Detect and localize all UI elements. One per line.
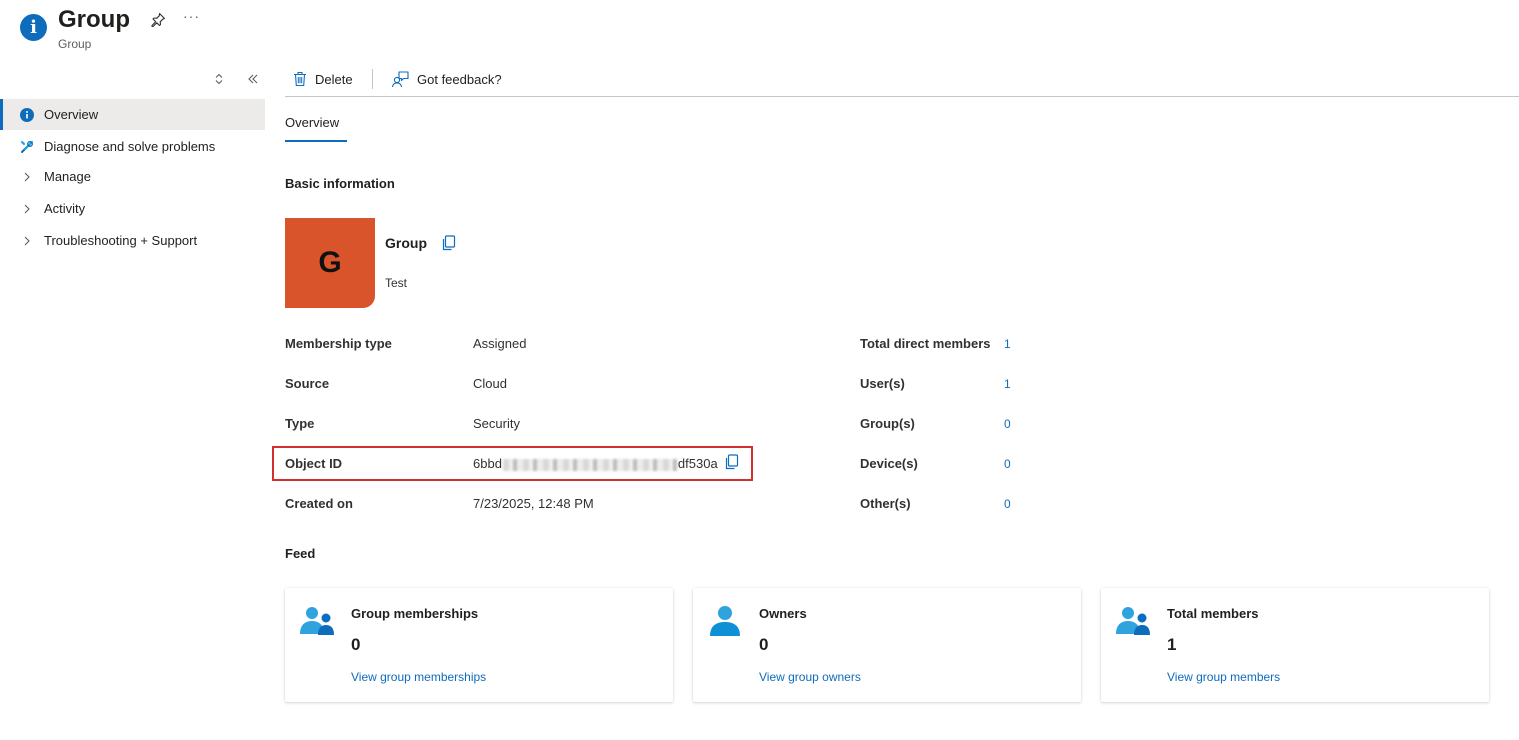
users-link[interactable]: 1 xyxy=(1004,377,1011,391)
trash-icon xyxy=(294,71,306,87)
command-separator xyxy=(372,69,373,89)
feedback-label: Got feedback? xyxy=(417,71,502,87)
page-header: i Group Group ··· xyxy=(0,0,1519,60)
more-icon[interactable]: ··· xyxy=(183,8,200,24)
user-icon xyxy=(710,606,740,636)
devices-link[interactable]: 0 xyxy=(1004,457,1011,471)
source-value: Cloud xyxy=(473,376,507,391)
total-direct-members-label: Total direct members xyxy=(860,336,991,351)
created-on-label: Created on xyxy=(285,496,353,511)
feedback-button[interactable]: Got feedback? xyxy=(391,68,502,90)
users-label: User(s) xyxy=(860,376,905,391)
sidebar-item-activity[interactable]: Activity xyxy=(0,193,265,224)
created-on-value: 7/23/2025, 12:48 PM xyxy=(473,496,594,511)
view-group-memberships-link[interactable]: View group memberships xyxy=(351,670,486,684)
sidebar-item-overview[interactable]: Overview xyxy=(0,99,265,130)
object-id-prefix: 6bbd xyxy=(473,456,502,471)
feed-heading: Feed xyxy=(285,546,316,561)
others-label: Other(s) xyxy=(860,496,911,511)
sidebar-item-label: Activity xyxy=(44,201,86,216)
card-title: Owners xyxy=(759,606,807,621)
pin-icon[interactable] xyxy=(150,12,166,28)
object-id-suffix: df530a xyxy=(677,456,718,471)
sidebar: Overview Diagnose and solve problems Man… xyxy=(0,64,266,740)
total-members-card: Total members 1 View group members xyxy=(1101,588,1489,702)
sidebar-item-label: Troubleshooting + Support xyxy=(44,233,198,248)
view-group-owners-link[interactable]: View group owners xyxy=(759,670,861,684)
info-icon: i xyxy=(20,14,47,41)
delete-label: Delete xyxy=(315,71,353,87)
users-icon xyxy=(1116,607,1150,635)
tab-label: Overview xyxy=(285,115,340,130)
groups-link[interactable]: 0 xyxy=(1004,417,1011,431)
sidebar-tools xyxy=(210,70,266,88)
group-description: Test xyxy=(385,276,408,290)
object-id-value: 6bbd df530a xyxy=(473,456,718,471)
group-name: Group xyxy=(385,235,427,251)
object-id-redaction xyxy=(502,458,677,471)
membership-type-value: Assigned xyxy=(473,336,527,351)
card-count: 0 xyxy=(759,635,769,654)
tab-indicator xyxy=(285,140,347,142)
sort-icon[interactable] xyxy=(214,72,224,86)
card-title: Total members xyxy=(1167,606,1259,621)
group-memberships-card: Group memberships 0 View group membershi… xyxy=(285,588,673,702)
type-label: Type xyxy=(285,416,315,431)
card-count: 0 xyxy=(351,635,361,654)
copy-icon[interactable] xyxy=(724,454,739,470)
delete-button[interactable]: Delete xyxy=(293,68,353,90)
card-count: 1 xyxy=(1167,635,1177,654)
tab-overview[interactable]: Overview xyxy=(285,115,347,143)
groups-label: Group(s) xyxy=(860,416,915,431)
info-icon xyxy=(20,107,34,122)
chevron-right-icon xyxy=(24,172,30,181)
sidebar-item-label: Diagnose and solve problems xyxy=(44,139,216,154)
sidebar-item-label: Manage xyxy=(44,169,91,184)
command-bar: Delete Got feedback? xyxy=(285,64,1519,97)
type-value: Security xyxy=(473,416,520,431)
users-icon xyxy=(300,607,334,635)
copy-icon[interactable] xyxy=(441,235,456,251)
group-avatar: G xyxy=(285,218,375,308)
sidebar-item-troubleshooting[interactable]: Troubleshooting + Support xyxy=(0,225,265,256)
sidebar-item-diagnose[interactable]: Diagnose and solve problems xyxy=(0,131,265,162)
owners-card: Owners 0 View group owners xyxy=(693,588,1081,702)
source-label: Source xyxy=(285,376,330,391)
sidebar-item-label: Overview xyxy=(44,107,99,122)
others-link[interactable]: 0 xyxy=(1004,497,1011,511)
collapse-icon[interactable] xyxy=(247,73,259,85)
card-title: Group memberships xyxy=(351,606,479,621)
total-direct-members-link[interactable]: 1 xyxy=(1004,337,1011,351)
sidebar-item-manage[interactable]: Manage xyxy=(0,161,265,192)
view-group-members-link[interactable]: View group members xyxy=(1167,670,1280,684)
wrench-icon xyxy=(21,140,33,153)
chevron-right-icon xyxy=(24,204,30,213)
devices-label: Device(s) xyxy=(860,456,918,471)
chevron-right-icon xyxy=(24,236,30,245)
page-subtitle: Group xyxy=(58,37,92,51)
page-title: Group xyxy=(58,6,130,33)
feedback-icon xyxy=(391,70,409,87)
basic-information-heading: Basic information xyxy=(285,176,395,191)
membership-type-label: Membership type xyxy=(285,336,392,351)
object-id-label: Object ID xyxy=(285,456,343,471)
